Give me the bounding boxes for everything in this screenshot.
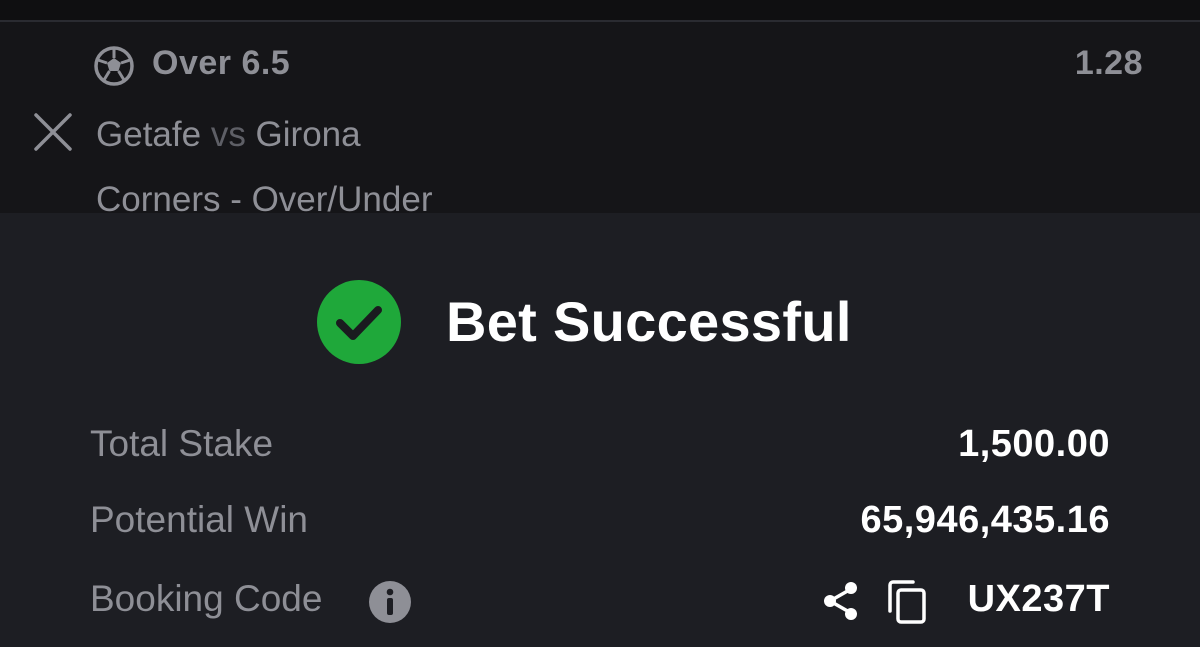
success-header: Bet Successful — [0, 279, 1200, 365]
vs-separator: vs — [210, 115, 246, 154]
match-name: Getafe vs Girona — [96, 115, 361, 155]
potential-win-label: Potential Win — [90, 499, 308, 540]
total-stake-value: 1,500.00 — [958, 423, 1110, 465]
copy-icon[interactable] — [886, 579, 928, 625]
potential-win-value: 65,946,435.16 — [860, 499, 1110, 541]
success-title: Bet Successful — [446, 290, 852, 353]
slip-top-strip — [0, 0, 1200, 20]
check-circle-icon — [317, 280, 401, 364]
potential-win-row: Potential Win 65,946,435.16 — [90, 499, 1110, 549]
market-name: Corners - Over/Under — [96, 180, 433, 213]
share-icon[interactable] — [820, 580, 862, 622]
close-icon[interactable] — [31, 110, 75, 154]
bet-slip-item: Over 6.5 1.28 Getafe vs Girona Corners -… — [0, 0, 1200, 213]
bet-confirmation-screen: Over 6.5 1.28 Getafe vs Girona Corners -… — [0, 0, 1200, 647]
divider — [0, 20, 1200, 22]
booking-code-label: Booking Code — [90, 578, 323, 619]
total-stake-label: Total Stake — [90, 423, 274, 464]
booking-code-row: Booking Code UX237T — [90, 578, 1110, 628]
selection-label: Over 6.5 — [152, 44, 291, 82]
info-icon[interactable] — [368, 580, 412, 624]
home-team: Getafe — [96, 115, 202, 154]
away-team: Girona — [255, 115, 361, 154]
odds-value: 1.28 — [1074, 44, 1143, 82]
success-sheet: Bet Successful Total Stake 1,500.00 Pote… — [0, 213, 1200, 647]
total-stake-row: Total Stake 1,500.00 — [90, 423, 1110, 473]
soccer-ball-icon — [94, 46, 134, 86]
booking-code-value[interactable]: UX237T — [968, 578, 1110, 621]
